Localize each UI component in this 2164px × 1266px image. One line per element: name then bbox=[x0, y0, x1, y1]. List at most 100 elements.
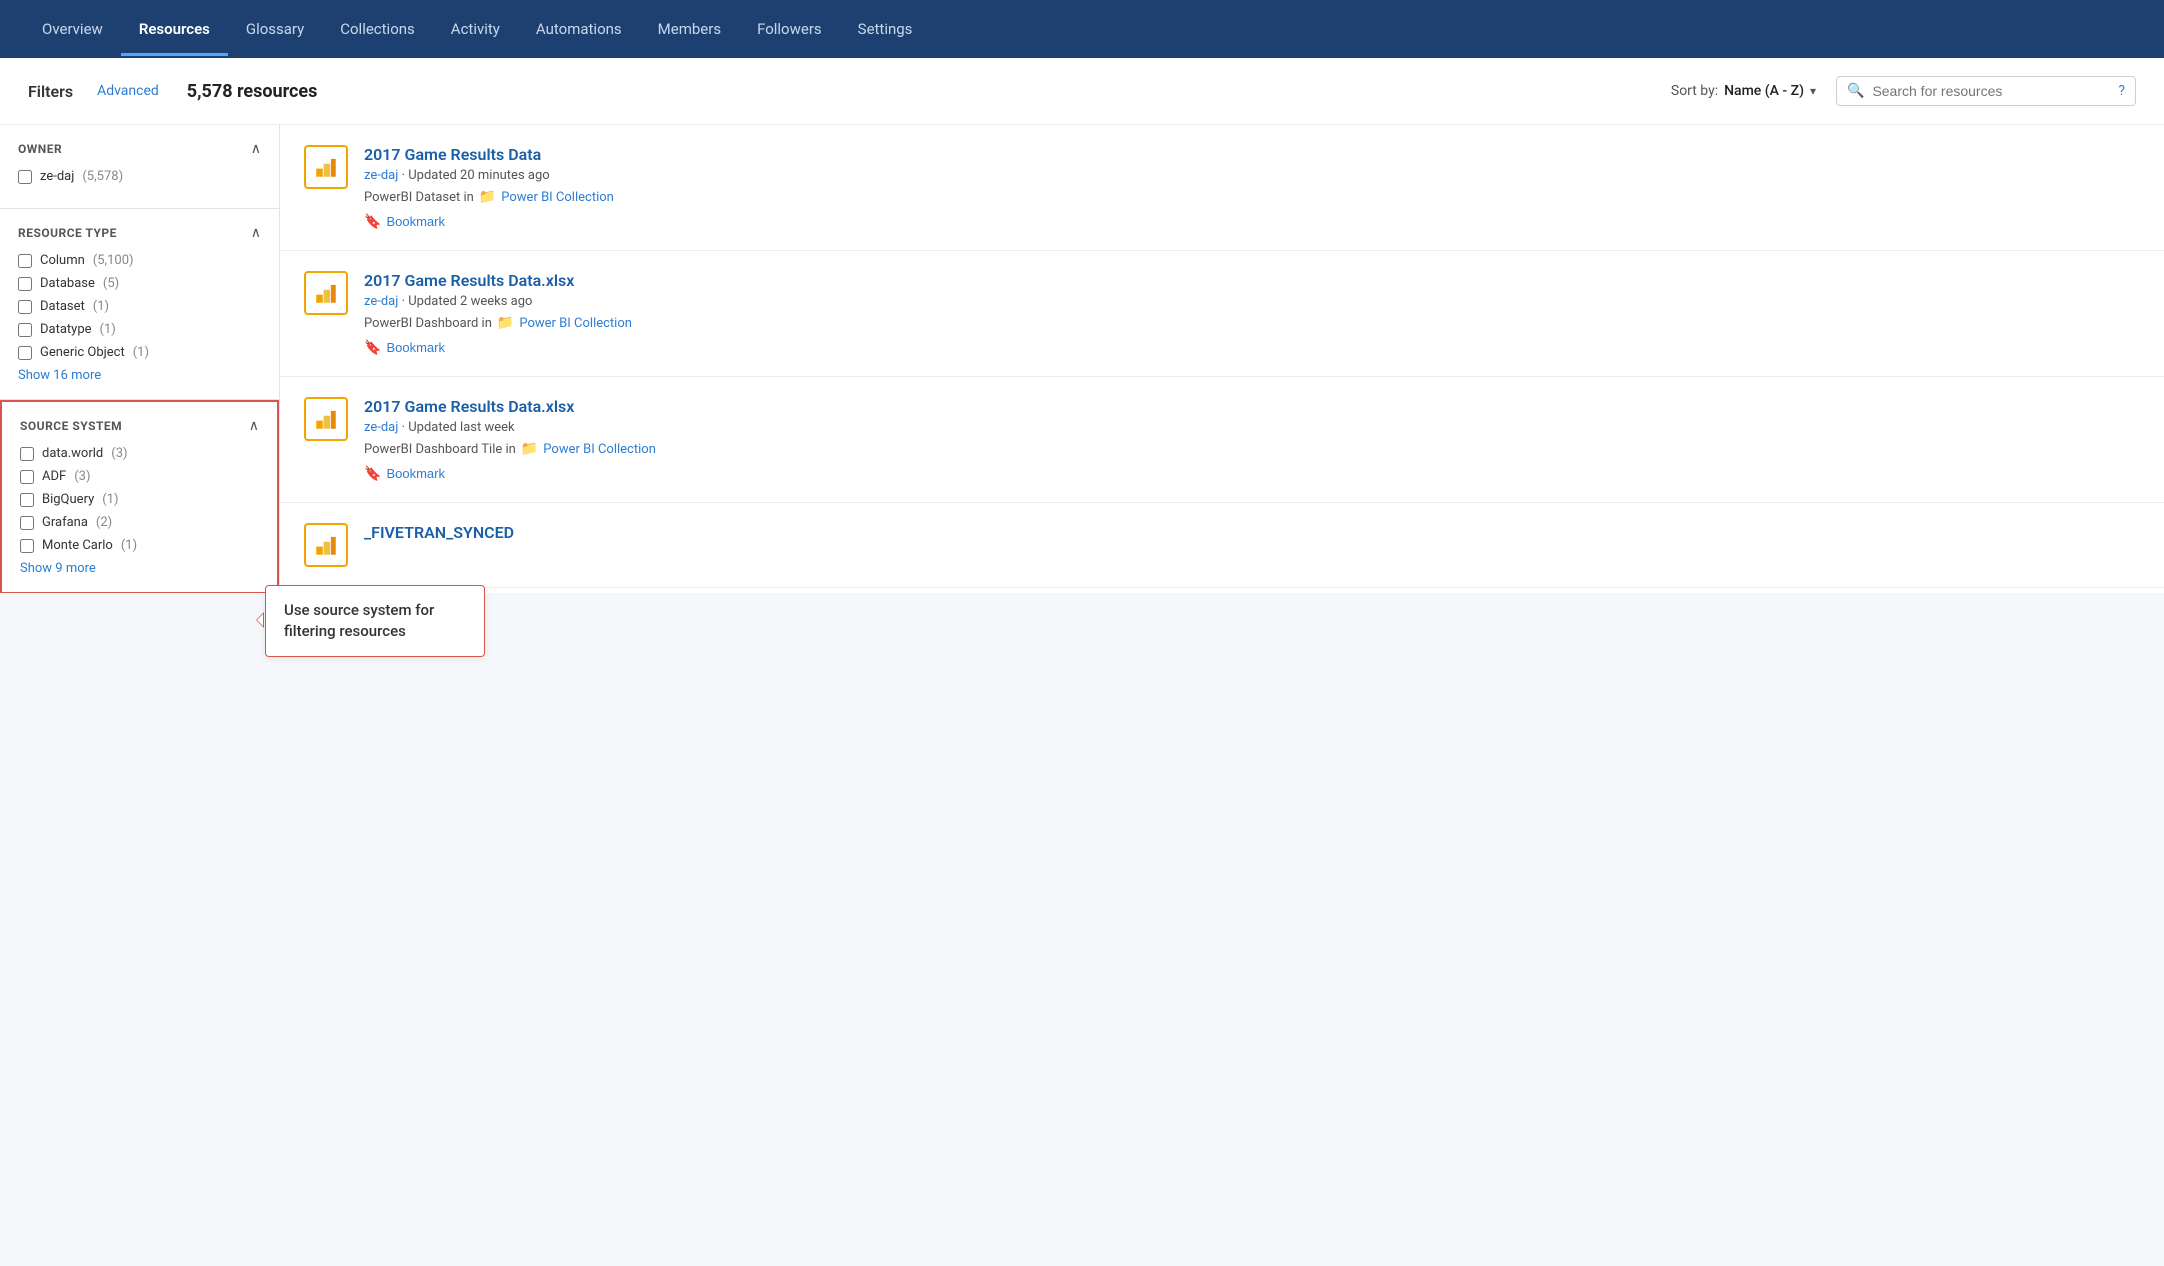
source-system-show-more[interactable]: Show 9 more bbox=[20, 561, 259, 576]
advanced-link[interactable]: Advanced bbox=[97, 83, 159, 99]
source-system-item-bigquery[interactable]: BigQuery (1) bbox=[20, 492, 259, 507]
checkbox-adf[interactable] bbox=[20, 470, 34, 484]
resource-type-item-column[interactable]: Column (5,100) bbox=[18, 253, 261, 268]
bookmark-button-1[interactable]: 🔖 Bookmark bbox=[364, 213, 445, 230]
checkbox-montecarlo[interactable] bbox=[20, 539, 34, 553]
nav-item-members[interactable]: Members bbox=[640, 2, 739, 56]
resource-collection-3[interactable]: Power BI Collection bbox=[543, 442, 656, 457]
resource-icon-1 bbox=[304, 145, 348, 189]
count-adf: (3) bbox=[74, 469, 90, 484]
resource-title-1[interactable]: 2017 Game Results Data bbox=[364, 145, 2140, 164]
resource-meta-3: ze-daj · Updated last week bbox=[364, 420, 2140, 435]
resource-type-section-header[interactable]: RESOURCE TYPE ∧ bbox=[18, 225, 261, 241]
resource-item-3[interactable]: 2017 Game Results Data.xlsx ze-daj · Upd… bbox=[280, 377, 2164, 503]
resource-type-item-dataset[interactable]: Dataset (1) bbox=[18, 299, 261, 314]
label-adf: ADF bbox=[42, 469, 66, 484]
label-database: Database bbox=[40, 276, 95, 291]
resource-collection-2[interactable]: Power BI Collection bbox=[519, 316, 632, 331]
sort-label: Sort by: bbox=[1671, 83, 1718, 99]
resource-details-3: 2017 Game Results Data.xlsx ze-daj · Upd… bbox=[364, 397, 2140, 482]
tooltip-text: Use source system for filtering resource… bbox=[284, 601, 434, 640]
resource-count: 5,578 resources bbox=[187, 81, 1651, 102]
source-system-section-header[interactable]: SOURCE SYSTEM ∧ bbox=[20, 418, 259, 434]
nav-item-collections[interactable]: Collections bbox=[322, 2, 433, 56]
label-column: Column bbox=[40, 253, 85, 268]
resource-type-section-title: RESOURCE TYPE bbox=[18, 226, 117, 240]
nav-item-settings[interactable]: Settings bbox=[840, 2, 931, 56]
body-layout: OWNER ∧ ze-daj (5,578) RESOURCE TYPE ∧ bbox=[0, 125, 2164, 593]
nav-item-automations[interactable]: Automations bbox=[518, 2, 640, 56]
source-system-item-adf[interactable]: ADF (3) bbox=[20, 469, 259, 484]
source-system-item-montecarlo[interactable]: Monte Carlo (1) bbox=[20, 538, 259, 553]
nav-item-overview[interactable]: Overview bbox=[24, 2, 121, 56]
resource-owner-1: ze-daj bbox=[364, 168, 398, 183]
count-montecarlo: (1) bbox=[121, 538, 137, 553]
bookmark-icon-1: 🔖 bbox=[364, 213, 381, 230]
checkbox-column[interactable] bbox=[18, 254, 32, 268]
resource-type-item-database[interactable]: Database (5) bbox=[18, 276, 261, 291]
resource-type-item-generic-object[interactable]: Generic Object (1) bbox=[18, 345, 261, 360]
owner-collapse-icon: ∧ bbox=[251, 141, 261, 157]
resource-title-3[interactable]: 2017 Game Results Data.xlsx bbox=[364, 397, 2140, 416]
source-system-section-title: SOURCE SYSTEM bbox=[20, 419, 122, 433]
resource-collection-1[interactable]: Power BI Collection bbox=[501, 190, 614, 205]
checkbox-datatype[interactable] bbox=[18, 323, 32, 337]
resource-type-item-datatype[interactable]: Datatype (1) bbox=[18, 322, 261, 337]
label-generic-object: Generic Object bbox=[40, 345, 125, 360]
resource-title-2[interactable]: 2017 Game Results Data.xlsx bbox=[364, 271, 2140, 290]
owner-count-zedaj: (5,578) bbox=[82, 169, 123, 184]
checkbox-dataset[interactable] bbox=[18, 300, 32, 314]
bookmark-label-3: Bookmark bbox=[386, 466, 445, 481]
sidebar-wrapper: OWNER ∧ ze-daj (5,578) RESOURCE TYPE ∧ bbox=[0, 125, 280, 593]
resource-updated-3: Updated last week bbox=[408, 420, 514, 435]
help-icon[interactable]: ? bbox=[2118, 83, 2125, 99]
nav-bar: Overview Resources Glossary Collections … bbox=[0, 0, 2164, 58]
bookmark-button-3[interactable]: 🔖 Bookmark bbox=[364, 465, 445, 482]
checkbox-dataworld[interactable] bbox=[20, 447, 34, 461]
toolbar: Filters Advanced 5,578 resources Sort by… bbox=[0, 58, 2164, 125]
nav-item-glossary[interactable]: Glossary bbox=[228, 2, 322, 56]
resource-item-2[interactable]: 2017 Game Results Data.xlsx ze-daj · Upd… bbox=[280, 251, 2164, 377]
filters-label: Filters bbox=[28, 82, 73, 101]
source-system-collapse-icon: ∧ bbox=[249, 418, 259, 434]
label-montecarlo: Monte Carlo bbox=[42, 538, 113, 553]
bookmark-button-2[interactable]: 🔖 Bookmark bbox=[364, 339, 445, 356]
folder-icon-2: 📁 bbox=[497, 315, 514, 331]
owner-section-header[interactable]: OWNER ∧ bbox=[18, 141, 261, 157]
resource-meta-2: ze-daj · Updated 2 weeks ago bbox=[364, 294, 2140, 309]
resource-item-1[interactable]: 2017 Game Results Data ze-daj · Updated … bbox=[280, 125, 2164, 251]
source-system-item-dataworld[interactable]: data.world (3) bbox=[20, 446, 259, 461]
checkbox-bigquery[interactable] bbox=[20, 493, 34, 507]
count-column: (5,100) bbox=[93, 253, 134, 268]
tooltip-callout: Use source system for filtering resource… bbox=[265, 585, 485, 657]
bookmark-icon-3: 🔖 bbox=[364, 465, 381, 482]
resource-type-filter-section: RESOURCE TYPE ∧ Column (5,100) Database … bbox=[0, 209, 279, 400]
owner-checkbox-zedaj[interactable] bbox=[18, 170, 32, 184]
checkbox-database[interactable] bbox=[18, 277, 32, 291]
resource-type-line-2: PowerBI Dashboard in 📁 Power BI Collecti… bbox=[364, 315, 2140, 331]
count-bigquery: (1) bbox=[102, 492, 118, 507]
search-box: 🔍 ? bbox=[1836, 76, 2136, 106]
source-system-item-grafana[interactable]: Grafana (2) bbox=[20, 515, 259, 530]
resource-details-4: _FIVETRAN_SYNCED bbox=[364, 523, 2140, 546]
nav-item-resources[interactable]: Resources bbox=[121, 2, 228, 56]
nav-item-activity[interactable]: Activity bbox=[433, 2, 518, 56]
resource-list: 2017 Game Results Data ze-daj · Updated … bbox=[280, 125, 2164, 593]
search-input[interactable] bbox=[1872, 83, 2110, 99]
folder-icon-3: 📁 bbox=[521, 441, 538, 457]
resource-title-4[interactable]: _FIVETRAN_SYNCED bbox=[364, 523, 2140, 542]
owner-section-title: OWNER bbox=[18, 142, 62, 156]
owner-filter-section: OWNER ∧ ze-daj (5,578) bbox=[0, 125, 279, 209]
nav-item-followers[interactable]: Followers bbox=[739, 2, 840, 56]
resource-details-2: 2017 Game Results Data.xlsx ze-daj · Upd… bbox=[364, 271, 2140, 356]
label-dataset: Dataset bbox=[40, 299, 85, 314]
checkbox-grafana[interactable] bbox=[20, 516, 34, 530]
bookmark-label-1: Bookmark bbox=[386, 214, 445, 229]
owner-filter-item-zedaj[interactable]: ze-daj (5,578) bbox=[18, 169, 261, 184]
sort-control[interactable]: Sort by: Name (A - Z) ▾ bbox=[1671, 83, 1816, 99]
count-generic-object: (1) bbox=[133, 345, 149, 360]
checkbox-generic-object[interactable] bbox=[18, 346, 32, 360]
owner-label-zedaj: ze-daj bbox=[40, 169, 74, 184]
resource-item-4[interactable]: _FIVETRAN_SYNCED bbox=[280, 503, 2164, 588]
resource-type-show-more[interactable]: Show 16 more bbox=[18, 368, 261, 383]
